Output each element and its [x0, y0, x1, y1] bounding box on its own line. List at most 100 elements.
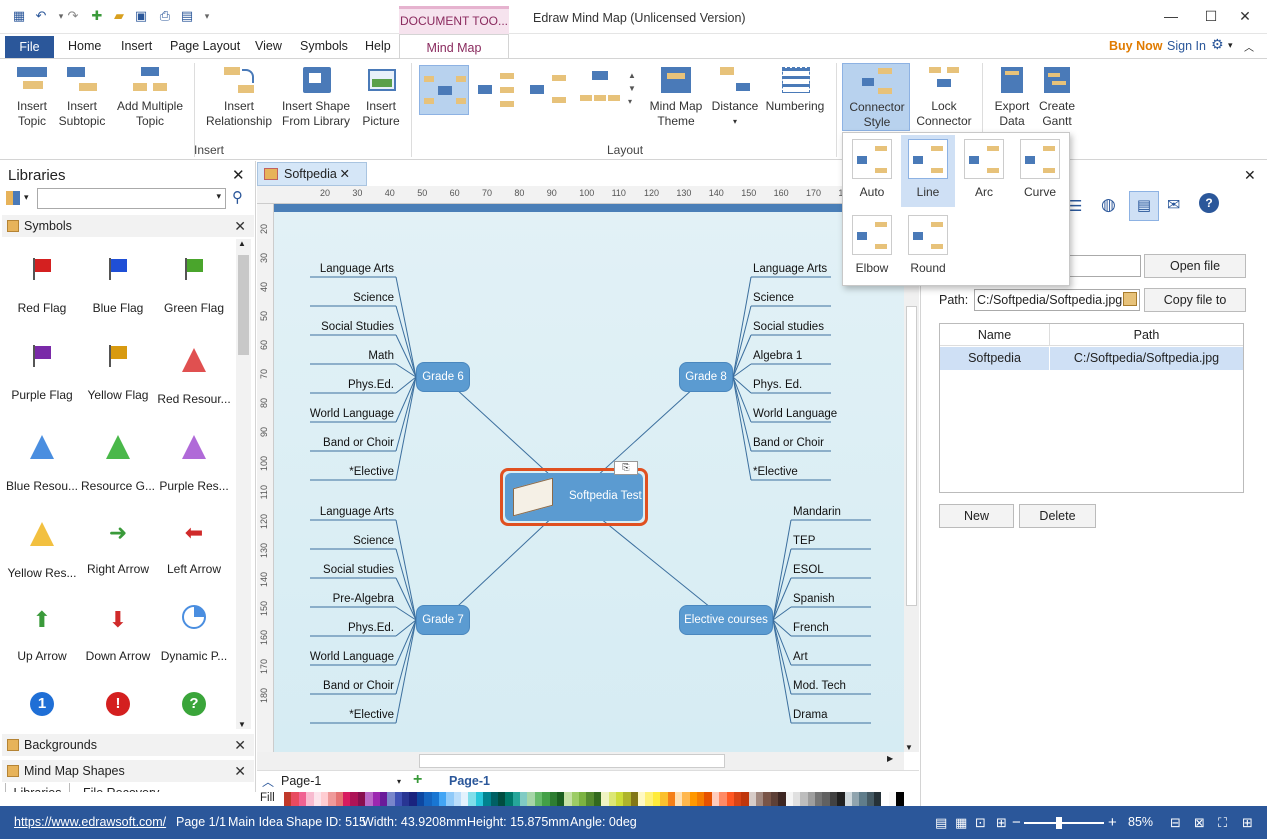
search-icon[interactable]: ⚲ [232, 188, 243, 206]
color-swatch[interactable] [343, 792, 351, 806]
color-swatch[interactable] [549, 792, 557, 806]
color-swatch[interactable] [815, 792, 823, 806]
color-swatch[interactable] [490, 792, 498, 806]
close-backgrounds-icon[interactable]: ✕ [234, 734, 246, 756]
open-file-button[interactable]: Open file [1144, 254, 1246, 278]
table-row[interactable]: Softpedia C:/Softpedia/Softpedia.jpg [940, 347, 1243, 370]
subtopic[interactable]: Band or Choir [323, 680, 394, 692]
color-swatch[interactable] [512, 792, 520, 806]
add-page-icon[interactable]: + [413, 771, 422, 789]
zoom-slider-thumb[interactable] [1056, 817, 1062, 829]
color-swatch[interactable] [505, 792, 513, 806]
connector-arc-option[interactable]: Arc [957, 135, 1011, 207]
normal-view-icon[interactable]: ▤ [935, 806, 947, 839]
minimize-button[interactable]: — [1156, 6, 1186, 26]
color-swatch[interactable] [733, 792, 742, 806]
subtopic[interactable]: Phys.Ed. [348, 379, 394, 391]
backgrounds-library-header[interactable]: Backgrounds ✕ [2, 734, 254, 756]
subtopic[interactable]: *Elective [349, 709, 394, 721]
color-swatch[interactable] [689, 792, 697, 806]
subtopic[interactable]: Social studies [753, 321, 824, 333]
maximize-button[interactable]: ☐ [1196, 6, 1226, 26]
canvas-horizontal-scrollbar[interactable]: ▶ [257, 752, 904, 770]
color-swatch[interactable] [453, 792, 461, 806]
fit-window-icon[interactable]: ⊠ [1194, 806, 1205, 839]
color-swatch[interactable] [306, 792, 314, 806]
color-swatch[interactable] [748, 792, 756, 806]
symbol-item[interactable]: ? [156, 692, 232, 736]
new-icon[interactable]: ✚ [88, 7, 106, 25]
color-swatch[interactable] [881, 792, 889, 806]
copy-file-to-button[interactable]: Copy file to [1144, 288, 1246, 312]
color-swatch[interactable] [837, 792, 845, 806]
layout-right-map-button[interactable] [474, 65, 520, 115]
layout-tree-button[interactable] [526, 65, 572, 115]
color-swatch[interactable] [615, 792, 624, 806]
symbol-item[interactable]: Red Flag [4, 257, 80, 315]
page-selector[interactable]: Page-1 ▾ [281, 774, 401, 790]
color-swatch[interactable] [792, 792, 801, 806]
subtopic[interactable]: Mandarin [793, 506, 841, 518]
color-swatch[interactable] [475, 792, 484, 806]
subtopic[interactable]: Drama [793, 709, 828, 721]
settings-gear-icon[interactable]: ⚙ [1211, 36, 1224, 53]
subtopic[interactable]: TEP [793, 535, 815, 547]
color-swatch[interactable] [564, 792, 572, 806]
main-topic[interactable]: Grade 7 [416, 605, 470, 635]
color-swatch[interactable] [593, 792, 602, 806]
color-swatch[interactable] [446, 792, 454, 806]
fit-all-icon[interactable]: ⊞ [1242, 806, 1253, 839]
zoom-out-icon[interactable]: − [1012, 806, 1021, 839]
connector-curve-option[interactable]: Curve [1013, 135, 1067, 207]
color-swatch[interactable] [438, 792, 447, 806]
collapse-ribbon-icon[interactable]: ︿ [1244, 39, 1254, 54]
color-swatch[interactable] [697, 792, 705, 806]
color-swatch[interactable] [726, 792, 734, 806]
connector-elbow-option[interactable]: Elbow [845, 211, 899, 283]
color-swatch[interactable] [556, 792, 565, 806]
subtopic[interactable]: Science [753, 292, 794, 304]
color-swatch[interactable] [888, 792, 897, 806]
color-swatch[interactable] [527, 792, 535, 806]
color-swatch[interactable] [682, 792, 690, 806]
symbols-library-header[interactable]: Symbols ✕ [2, 215, 254, 237]
buy-now-link[interactable]: Buy Now [1109, 39, 1162, 53]
symbol-item[interactable]: Dynamic P... [156, 605, 232, 663]
tab-insert[interactable]: Insert [121, 39, 152, 53]
symbol-item[interactable]: Blue Flag [80, 257, 156, 315]
color-swatch[interactable] [674, 792, 683, 806]
color-swatch[interactable] [284, 792, 292, 806]
symbol-item[interactable]: Green Flag [156, 257, 232, 315]
subtopic[interactable]: World Language [753, 408, 837, 420]
mind-map-canvas[interactable]: Softpedia Test ⎘ Grade 6 Language Arts Scien… [274, 204, 904, 752]
tab-mind-map[interactable]: Mind Map [399, 34, 509, 60]
symbol-item[interactable]: 1 [4, 692, 80, 736]
color-swatch[interactable] [579, 792, 587, 806]
subtopic[interactable]: Phys.Ed. [348, 622, 394, 634]
subtopic[interactable]: *Elective [349, 466, 394, 478]
subtopic[interactable]: Language Arts [320, 506, 394, 518]
color-swatch[interactable] [645, 792, 653, 806]
tab-symbols[interactable]: Symbols [300, 39, 348, 53]
subtopic[interactable]: Phys. Ed. [753, 379, 802, 391]
color-swatch[interactable] [431, 792, 439, 806]
color-swatch[interactable] [652, 792, 661, 806]
color-swatch[interactable] [630, 792, 638, 806]
col-name-header[interactable]: Name [940, 324, 1050, 346]
subtopic[interactable]: Language Arts [320, 263, 394, 275]
subtopic[interactable]: Science [353, 292, 394, 304]
color-swatch[interactable] [667, 792, 675, 806]
subtopic[interactable]: Math [368, 350, 394, 362]
customize-dropdown-icon[interactable]: ▾ [198, 7, 216, 25]
color-swatch[interactable] [534, 792, 543, 806]
fit-width-icon[interactable]: ⊟ [1170, 806, 1181, 839]
color-swatch[interactable] [328, 792, 336, 806]
color-swatch[interactable] [711, 792, 720, 806]
presentation-icon[interactable]: ⊡ [975, 806, 986, 839]
main-topic[interactable]: Grade 6 [416, 362, 470, 392]
color-swatch[interactable] [601, 792, 609, 806]
insert-topic-button[interactable]: Insert Topic [10, 65, 54, 129]
color-swatch[interactable] [660, 792, 668, 806]
redo-icon[interactable]: ↷ [64, 7, 82, 25]
subtopic[interactable]: Spanish [793, 593, 835, 605]
